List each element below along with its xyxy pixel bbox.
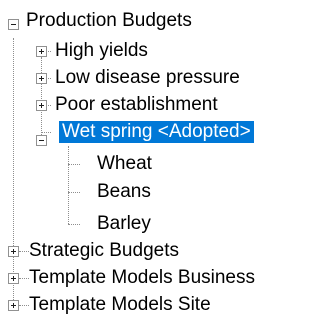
tree-node-high-yields[interactable]: High yields — [55, 40, 148, 62]
collapse-icon[interactable] — [36, 135, 47, 146]
tree-node-template-models-business[interactable]: Template Models Business — [29, 267, 255, 289]
tree-node-wet-spring-adopted[interactable]: Wet spring <Adopted> — [59, 121, 254, 143]
expand-icon[interactable] — [36, 100, 47, 111]
tree-connector — [68, 224, 80, 225]
tree-connector — [13, 51, 14, 306]
tree-node-low-disease-pressure[interactable]: Low disease pressure — [55, 67, 240, 89]
tree-connector — [68, 164, 80, 165]
expand-icon[interactable] — [8, 273, 19, 284]
tree-connector — [41, 57, 42, 141]
tree-node-poor-establishment[interactable]: Poor establishment — [55, 94, 218, 116]
tree-node-beans[interactable]: Beans — [97, 181, 151, 203]
expand-icon[interactable] — [8, 246, 19, 257]
tree-connector — [41, 132, 51, 133]
tree-node-production-budgets[interactable]: Production Budgets — [26, 10, 192, 32]
tree-connector — [19, 278, 29, 279]
tree-node-barley[interactable]: Barley — [97, 213, 151, 235]
collapse-icon[interactable] — [8, 19, 19, 30]
expand-icon[interactable] — [8, 300, 19, 311]
expand-icon[interactable] — [36, 73, 47, 84]
expand-icon[interactable] — [36, 46, 47, 57]
tree-connector — [68, 192, 80, 193]
tree-connector — [19, 251, 29, 252]
budget-tree-view[interactable]: Production Budgets High yields Low disea… — [0, 0, 301, 317]
tree-node-template-models-site[interactable]: Template Models Site — [29, 294, 211, 316]
tree-node-strategic-budgets[interactable]: Strategic Budgets — [29, 240, 179, 262]
tree-node-wheat[interactable]: Wheat — [97, 153, 152, 175]
tree-connector — [68, 146, 69, 224]
tree-connector — [19, 305, 29, 306]
